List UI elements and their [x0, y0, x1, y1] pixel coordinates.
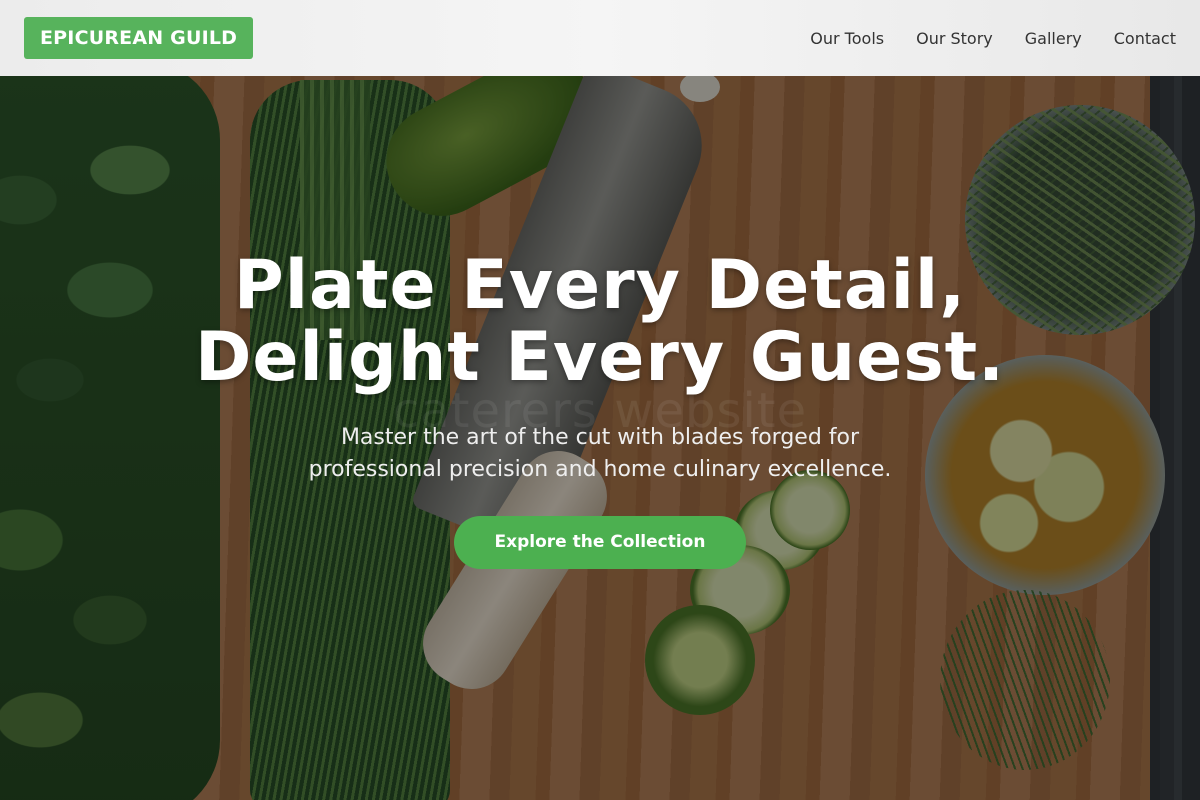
nav-link-contact[interactable]: Contact: [1114, 29, 1176, 48]
hero-title-line2: Delight Every Guest.: [194, 318, 1006, 397]
hero-subtitle-line1: Master the art of the cut with blades fo…: [340, 425, 860, 450]
hero-title-line1: Plate Every Detail,: [233, 246, 967, 325]
hero-title: Plate Every Detail, Delight Every Guest.: [0, 250, 1200, 394]
hero-section: Plate Every Detail, Delight Every Guest.…: [0, 250, 1200, 569]
nav-link-our-story[interactable]: Our Story: [916, 29, 993, 48]
explore-collection-button[interactable]: Explore the Collection: [453, 516, 747, 569]
site-header: EPICUREAN GUILD Our Tools Our Story Gall…: [0, 0, 1200, 76]
main-nav: Our Tools Our Story Gallery Contact: [810, 29, 1176, 48]
hero-subtitle: Master the art of the cut with blades fo…: [260, 422, 940, 486]
nav-link-our-tools[interactable]: Our Tools: [810, 29, 884, 48]
nav-link-gallery[interactable]: Gallery: [1025, 29, 1082, 48]
site-logo[interactable]: EPICUREAN GUILD: [24, 17, 254, 59]
hero-subtitle-line2: professional precision and home culinary…: [308, 457, 892, 482]
